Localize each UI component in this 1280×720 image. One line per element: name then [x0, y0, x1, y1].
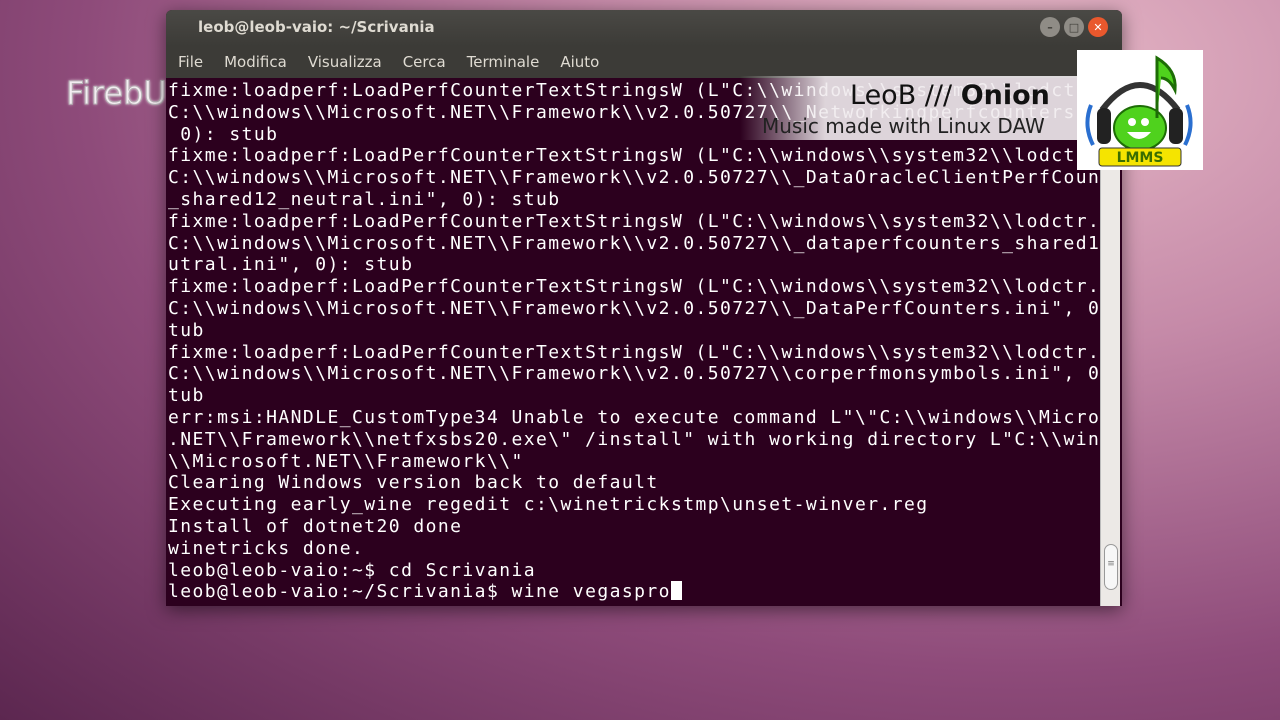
terminal-line: tub	[168, 319, 205, 341]
menu-visualizza[interactable]: Visualizza	[308, 53, 382, 78]
close-button[interactable]: ✕	[1088, 17, 1108, 37]
terminal-prompt-line[interactable]: leob@leob-vaio:~/Scrivania$ wine vegaspr…	[168, 581, 1100, 603]
window-title: leob@leob-vaio: ~/Scrivania	[198, 18, 435, 36]
scrollbar-thumb[interactable]: ≡	[1104, 544, 1118, 590]
menu-bar: File Modifica Visualizza Cerca Terminale…	[166, 46, 1122, 78]
prompt-text: leob@leob-vaio:~/Scrivania$ wine vegaspr…	[168, 581, 671, 603]
terminal-line: tub	[168, 385, 205, 407]
artist-bold-label: Onion	[960, 80, 1050, 111]
menu-file[interactable]: File	[178, 53, 203, 78]
terminal-line: \\Microsoft.NET\\Framework\\"	[168, 450, 524, 472]
cursor	[670, 581, 682, 601]
terminal-line: err:msi:HANDLE_CustomType34 Unable to ex…	[168, 406, 1100, 428]
logo-text: LMMS	[1117, 150, 1164, 166]
minimize-button[interactable]: –	[1040, 17, 1060, 37]
maximize-button[interactable]: □	[1064, 17, 1084, 37]
menu-aiuto[interactable]: Aiuto	[560, 53, 599, 78]
terminal-line: Install of dotnet20 done	[168, 515, 463, 537]
artist-name: LeoB /// Onion	[850, 80, 1050, 111]
menu-modifica[interactable]: Modifica	[224, 53, 287, 78]
terminal-line: C:\\windows\\Microsoft.NET\\Framework\\v…	[168, 363, 1100, 385]
terminal-output[interactable]: fixme:loadperf:LoadPerfCounterTextString…	[168, 78, 1100, 606]
terminal-line: fixme:loadperf:LoadPerfCounterTextString…	[168, 210, 1100, 232]
terminal-line: winetricks done.	[168, 537, 365, 559]
terminal-line: C:\\windows\\Microsoft.NET\\Framework\\v…	[168, 232, 1100, 254]
terminal-line: C:\\windows\\Microsoft.NET\\Framework\\v…	[168, 167, 1100, 189]
title-bar: leob@leob-vaio: ~/Scrivania – □ ✕	[166, 10, 1122, 46]
terminal-line: _shared12_neutral.ini", 0): stub	[168, 188, 561, 210]
terminal-line: .NET\\Framework\\netfxsbs20.exe\" /insta…	[168, 428, 1100, 450]
menu-cerca[interactable]: Cerca	[403, 53, 446, 78]
tagline: Music made with Linux DAW	[762, 114, 1045, 138]
terminal-line: C:\\windows\\Microsoft.NET\\Framework\\v…	[168, 297, 1100, 319]
terminal-line: fixme:loadperf:LoadPerfCounterTextString…	[168, 276, 1100, 298]
terminal-line: Executing early_wine regedit c:\winetric…	[168, 494, 929, 516]
artist-label: LeoB ///	[850, 80, 953, 111]
menu-terminale[interactable]: Terminale	[467, 53, 540, 78]
terminal-line: leob@leob-vaio:~$ cd Scrivania	[168, 559, 537, 581]
lmms-logo: LMMS	[1077, 50, 1203, 170]
terminal-line: fixme:loadperf:LoadPerfCounterTextString…	[168, 341, 1100, 363]
terminal-line: Clearing Windows version back to default	[168, 472, 659, 494]
terminal-line: utral.ini", 0): stub	[168, 254, 414, 276]
terminal-line: fixme:loadperf:LoadPerfCounterTextString…	[168, 145, 1100, 167]
